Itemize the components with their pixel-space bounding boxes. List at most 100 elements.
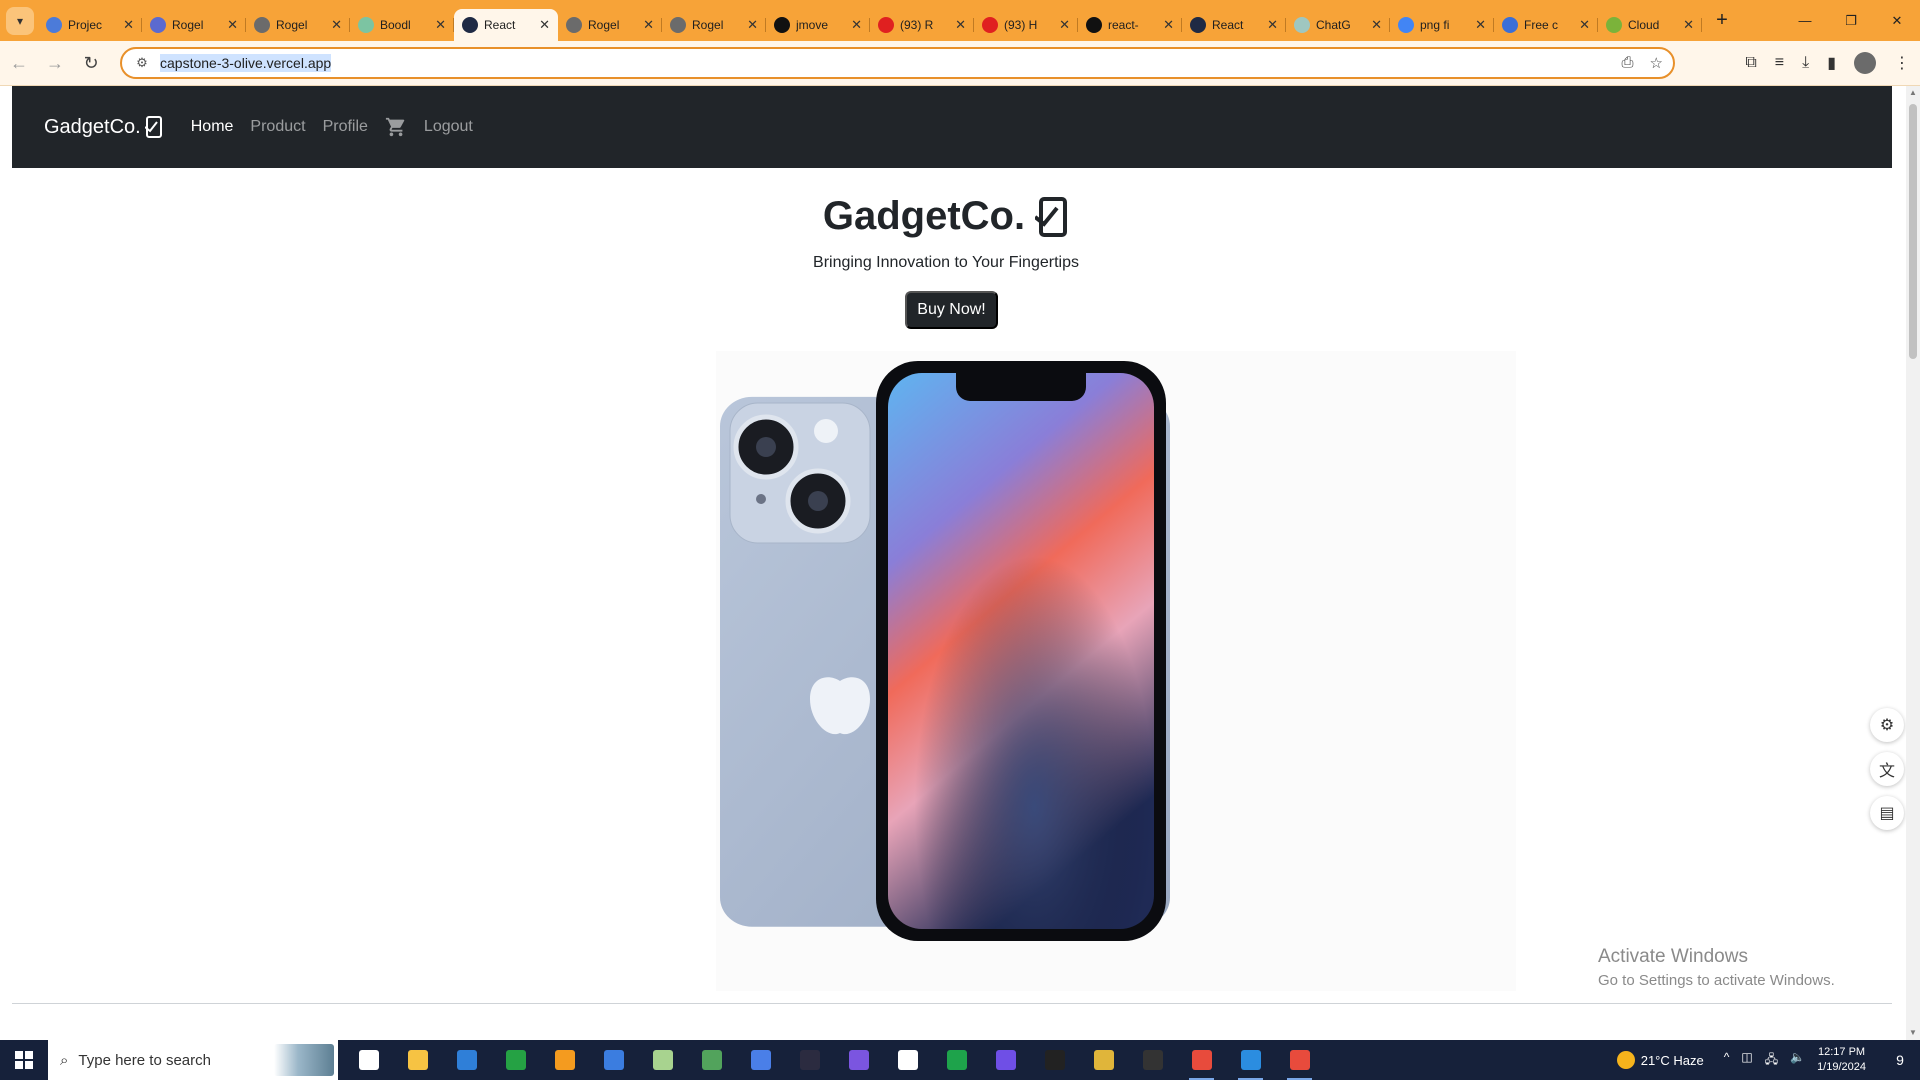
taskbar-app-recycle[interactable] [687,1040,736,1080]
tray-meet-icon[interactable]: ◫ [1741,1050,1752,1071]
tab-close-icon[interactable]: ✕ [539,17,550,33]
notification-center-icon[interactable]: 9 [1880,1040,1920,1080]
weather-widget[interactable]: 21°C Haze [1616,1051,1704,1069]
browser-tab[interactable]: Boodl ✕ [350,9,454,41]
site-info-icon[interactable]: ⚙ [128,55,156,71]
taskbar-app-sublime[interactable] [540,1040,589,1080]
scrollbar-thumb[interactable] [1909,104,1917,359]
new-tab-icon[interactable]: + [1708,7,1736,35]
browser-tab[interactable]: Rogel ✕ [558,9,662,41]
browser-tab[interactable]: (93) R ✕ [870,9,974,41]
tab-title: Rogel [276,18,308,32]
taskbar-app-chrome-2[interactable] [1275,1040,1324,1080]
browser-tab[interactable]: (93) H ✕ [974,9,1078,41]
taskbar-search-placeholder: Type here to search [78,1051,211,1069]
browser-tab[interactable]: Projec ✕ [38,9,142,41]
scroll-up-icon[interactable]: ▲ [1906,86,1920,100]
profile-avatar[interactable] [1854,52,1876,74]
reload-icon[interactable]: ↻ [74,46,108,80]
browser-tab[interactable]: Cloud ✕ [1598,9,1702,41]
taskbar-app-postman[interactable] [883,1040,932,1080]
taskbar-app-feather[interactable] [981,1040,1030,1080]
tab-search-icon[interactable]: ▾ [6,6,34,35]
tab-close-icon[interactable]: ✕ [1475,17,1486,33]
tab-title: (93) R [900,18,934,32]
ax-icon [799,1050,820,1070]
taskbar-app-chat[interactable] [491,1040,540,1080]
taskbar-app-photos[interactable] [638,1040,687,1080]
taskbar-app-s-app[interactable] [834,1040,883,1080]
tab-close-icon[interactable]: ✕ [1059,17,1070,33]
tray-chevron-icon[interactable]: ^ [1724,1050,1730,1071]
taskbar-app-dots[interactable] [1030,1040,1079,1080]
tab-favicon-icon [1086,17,1102,33]
minimize-icon[interactable]: — [1782,0,1828,41]
nav-profile-link[interactable]: Profile [323,118,368,136]
media-controls-icon[interactable]: ≡ [1775,54,1784,72]
taskbar-app-mail[interactable] [442,1040,491,1080]
taskbar-app-vscode[interactable] [1226,1040,1275,1080]
browser-tab[interactable]: react- ✕ [1078,9,1182,41]
buy-now-button[interactable]: Buy Now! [905,291,998,329]
restore-icon[interactable]: ❐ [1828,0,1874,41]
browser-tab[interactable]: Rogel ✕ [662,9,766,41]
scroll-down-icon[interactable]: ▼ [1906,1026,1920,1040]
bookmark-star-icon[interactable]: ☆ [1650,54,1663,72]
close-window-icon[interactable]: ✕ [1874,0,1920,41]
tab-close-icon[interactable]: ✕ [747,17,758,33]
nav-home-link[interactable]: Home [191,118,234,136]
taskbar-app-git[interactable] [1079,1040,1128,1080]
tab-close-icon[interactable]: ✕ [1579,17,1590,33]
taskbar-app-chrome[interactable] [1177,1040,1226,1080]
browser-tab[interactable]: Free c ✕ [1494,9,1598,41]
table-icon[interactable]: ▤ [1870,796,1904,830]
install-app-icon[interactable]: ⎙ [1622,54,1634,72]
taskbar-app-task-view[interactable] [344,1040,393,1080]
browser-menu-icon[interactable]: ⋮ [1894,53,1910,73]
browser-tab[interactable]: React ✕ [454,9,558,41]
tab-close-icon[interactable]: ✕ [123,17,134,33]
windows-start-icon[interactable] [0,1040,48,1080]
tab-close-icon[interactable]: ✕ [1163,17,1174,33]
browser-tab[interactable]: Rogel ✕ [246,9,350,41]
taskbar-app-ax[interactable] [785,1040,834,1080]
cart-icon[interactable] [385,116,407,138]
downloads-icon[interactable]: ⤓ [1802,54,1809,72]
back-icon[interactable]: ← [2,46,36,80]
browser-tab[interactable]: ChatG ✕ [1286,9,1390,41]
browser-tab[interactable]: Rogel ✕ [142,9,246,41]
tab-close-icon[interactable]: ✕ [1371,17,1382,33]
tab-close-icon[interactable]: ✕ [643,17,654,33]
url-text[interactable]: capstone-3-olive.vercel.app [160,54,332,72]
address-bar[interactable]: ⚙ capstone-3-olive.vercel.app ⎙ ☆ [120,47,1675,79]
volume-muted-icon[interactable]: 🔈 [1790,1050,1805,1071]
nav-product-link[interactable]: Product [250,118,305,136]
taskbar-app-file-explorer[interactable] [393,1040,442,1080]
task-view-icon [358,1050,379,1070]
brand-logo[interactable]: GadgetCo. [44,116,163,139]
tab-close-icon[interactable]: ✕ [955,17,966,33]
browser-tab[interactable]: jmove ✕ [766,9,870,41]
side-panel-icon[interactable]: ▮ [1827,53,1836,73]
extensions-icon[interactable]: ⧉ [1745,54,1756,72]
taskbar-clock[interactable]: 12:17 PM 1/19/2024 [1817,1045,1866,1075]
tab-close-icon[interactable]: ✕ [1267,17,1278,33]
tab-close-icon[interactable]: ✕ [851,17,862,33]
tab-close-icon[interactable]: ✕ [331,17,342,33]
taskbar-app-mongodb[interactable] [932,1040,981,1080]
translate-icon[interactable]: 文 [1870,752,1904,786]
taskbar-app-s-dark[interactable] [1128,1040,1177,1080]
tab-close-icon[interactable]: ✕ [435,17,446,33]
taskbar-app-docs[interactable] [736,1040,785,1080]
nav-logout-link[interactable]: Logout [424,118,473,136]
forward-icon[interactable]: → [38,46,72,80]
taskbar-search-box[interactable]: ⌕ Type here to search [48,1040,338,1080]
browser-tab[interactable]: React ✕ [1182,9,1286,41]
settings-gear-icon[interactable]: ⚙ [1870,708,1904,742]
tab-close-icon[interactable]: ✕ [227,17,238,33]
taskbar-app-store[interactable] [589,1040,638,1080]
browser-tab[interactable]: png fi ✕ [1390,9,1494,41]
page-scrollbar[interactable]: ▲ ▼ [1906,86,1920,1040]
tab-close-icon[interactable]: ✕ [1683,17,1694,33]
network-icon[interactable]: 🖧 [1765,1050,1778,1071]
